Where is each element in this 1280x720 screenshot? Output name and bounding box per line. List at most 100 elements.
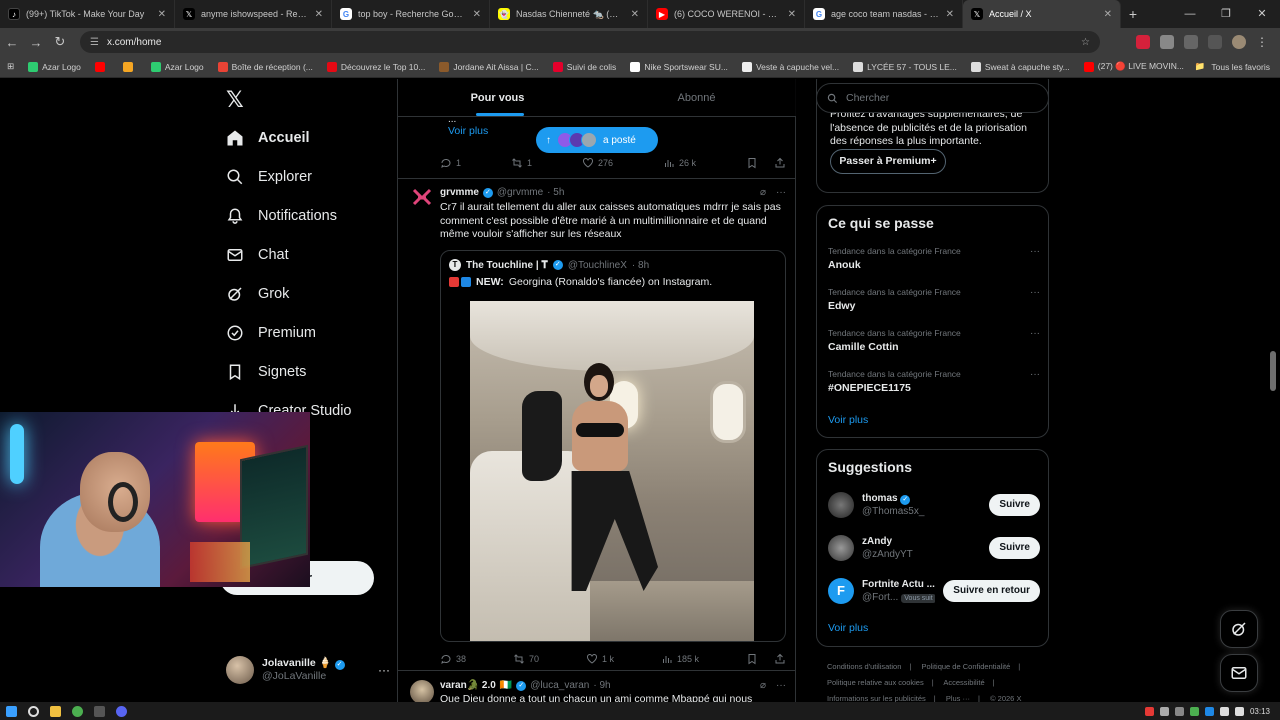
trend-item[interactable]: Tendance dans la catégorie France Anouk … xyxy=(828,246,1040,271)
close-icon[interactable]: ✕ xyxy=(631,9,639,20)
nav-item-explorer[interactable]: Explorer xyxy=(226,162,312,192)
minimize-button[interactable]: — xyxy=(1172,0,1208,28)
site-info-icon[interactable]: ☰ xyxy=(90,37,99,48)
extension-icon[interactable] xyxy=(1136,35,1150,49)
nav-item-notifications[interactable]: Notifications xyxy=(226,201,337,231)
grok-fab-button[interactable] xyxy=(1220,610,1258,648)
follow-button[interactable]: Suivre xyxy=(989,494,1040,516)
bookmark-item[interactable]: Sweat à capuche sty... xyxy=(964,61,1077,72)
profile-avatar-icon[interactable] xyxy=(1232,35,1246,49)
more-icon[interactable]: ··· xyxy=(1030,287,1040,298)
reply-button[interactable]: 38 xyxy=(440,653,466,665)
trend-item[interactable]: Tendance dans la catégorie France #ONEPI… xyxy=(828,369,1040,394)
avatar[interactable] xyxy=(410,186,434,210)
messages-fab-button[interactable] xyxy=(1220,654,1258,692)
more-icon[interactable]: ··· xyxy=(378,663,390,677)
author-handle[interactable]: @luca_varan xyxy=(530,680,589,691)
more-icon[interactable]: ··· xyxy=(1030,246,1040,257)
bookmark-item[interactable]: Veste à capuche vel... xyxy=(735,61,846,72)
retweet-button[interactable]: 1 xyxy=(511,157,532,169)
discord-icon[interactable] xyxy=(110,702,132,720)
search-input[interactable]: Chercher xyxy=(816,83,1049,113)
retweet-button[interactable]: 70 xyxy=(513,653,539,665)
media-icon[interactable] xyxy=(1208,35,1222,49)
bookmark-item[interactable]: LYCÉE 57 - TOUS LE... xyxy=(846,61,964,72)
nav-item-chat[interactable]: Chat xyxy=(226,240,289,270)
search-icon[interactable] xyxy=(22,702,44,720)
close-icon[interactable]: ✕ xyxy=(788,9,796,20)
tab-pour-vous[interactable]: Pour vous xyxy=(398,79,597,116)
follow-back-button[interactable]: Suivre en retour xyxy=(943,580,1040,602)
browser-tab-x-search[interactable]: 𝕏 anyme ishowspeed - Recherche ✕ xyxy=(175,0,332,28)
more-icon[interactable]: ··· xyxy=(1030,369,1040,380)
share-icon[interactable] xyxy=(774,653,786,665)
footer-link[interactable]: Politique de Confidentialité xyxy=(921,662,1010,671)
apps-icon[interactable]: ⊞ xyxy=(0,61,21,72)
bookmark-icon[interactable] xyxy=(746,157,758,169)
share-icon[interactable] xyxy=(774,157,786,169)
bookmark-item[interactable]: Découvrez le Top 10... xyxy=(320,61,432,72)
browser-tab-x-home[interactable]: 𝕏 Accueil / X ✕ xyxy=(963,0,1121,28)
reload-icon[interactable]: ↻ xyxy=(48,34,72,50)
all-bookmarks[interactable]: 📁 Tous les favoris xyxy=(1195,61,1280,72)
nav-item-accueil[interactable]: Accueil xyxy=(226,123,310,153)
bookmark-item[interactable]: Suivi de colis xyxy=(546,61,624,72)
bookmark-icon[interactable] xyxy=(746,653,758,665)
grok-icon[interactable]: ⌀ xyxy=(760,187,766,198)
x-logo-icon[interactable]: 𝕏 xyxy=(226,87,244,113)
bookmark-item[interactable]: Azar Logo xyxy=(21,61,88,72)
like-button[interactable]: 276 xyxy=(582,157,613,169)
more-icon[interactable]: ··· xyxy=(1030,328,1040,339)
tweet-time[interactable]: · 5h xyxy=(547,187,564,198)
account-switcher[interactable]: Jolavanille 🍦 ✓ @JoLaVanille ··· xyxy=(226,653,390,687)
browser-tab-tiktok[interactable]: ♪ (99+) TikTok - Make Your Day ✕ xyxy=(0,0,175,28)
suggestion-item[interactable]: thomas ✓ @Thomas5x_ Suivre xyxy=(828,488,1040,522)
trend-item[interactable]: Tendance dans la catégorie France Edwy ·… xyxy=(828,287,1040,312)
trends-show-more-link[interactable]: Voir plus xyxy=(828,414,868,426)
close-icon[interactable]: ✕ xyxy=(946,9,954,20)
quote-image[interactable] xyxy=(470,301,754,641)
extensions-puzzle-icon[interactable] xyxy=(1184,35,1198,49)
trend-item[interactable]: Tendance dans la catégorie France Camill… xyxy=(828,328,1040,353)
suggestion-item[interactable]: F Fortnite Actu ... @Fort... Vous suit Su… xyxy=(828,574,1040,608)
upgrade-premium-button[interactable]: Passer à Premium+ xyxy=(830,149,946,174)
footer-link[interactable]: Accessibilité xyxy=(943,678,984,687)
new-tab-button[interactable]: + xyxy=(1121,6,1145,22)
forward-icon[interactable]: → xyxy=(24,35,48,50)
quoted-tweet[interactable]: T The Touchline | 𝐓 ✓ @TouchlineX · 8h N… xyxy=(440,250,786,642)
clock[interactable]: 03:13 xyxy=(1250,707,1270,716)
author-name[interactable]: varan🐊 2.0 xyxy=(440,680,496,691)
reply-button[interactable]: 1 xyxy=(440,157,461,169)
bookmark-star-icon[interactable]: ☆ xyxy=(1081,37,1090,48)
maximize-button[interactable]: ❐ xyxy=(1208,0,1244,28)
file-explorer-icon[interactable] xyxy=(44,702,66,720)
views-button[interactable]: 185 k xyxy=(661,653,699,665)
browser-tab-google[interactable]: G top boy - Recherche Google ✕ xyxy=(332,0,490,28)
bookmark-item[interactable]: (27) 🔴 LIVE MOVIN... xyxy=(1077,61,1191,72)
bookmark-item[interactable]: Nike Sportswear SU... xyxy=(623,61,735,72)
footer-link[interactable]: Politique relative aux cookies xyxy=(827,678,924,687)
new-posts-pill[interactable]: ↑ a posté xyxy=(536,127,658,153)
close-icon[interactable]: ✕ xyxy=(158,9,166,20)
close-icon[interactable]: ✕ xyxy=(1104,9,1112,20)
like-button[interactable]: 1 k xyxy=(586,653,614,665)
more-icon[interactable]: ··· xyxy=(776,680,786,691)
browser-tab-google-2[interactable]: G age coco team nasdas - Reche ✕ xyxy=(805,0,963,28)
terminal-icon[interactable] xyxy=(88,702,110,720)
back-icon[interactable]: ← xyxy=(0,35,24,50)
bookmark-item[interactable] xyxy=(116,61,144,72)
nav-item-signets[interactable]: Signets xyxy=(226,357,306,387)
bookmark-item[interactable]: Boîte de réception (... xyxy=(211,61,320,72)
more-icon[interactable]: ··· xyxy=(776,187,786,198)
windows-start-icon[interactable] xyxy=(0,702,22,720)
footer-link[interactable]: Conditions d'utilisation xyxy=(827,662,901,671)
browser-tab-youtube[interactable]: ▶ (6) COCO WERENOI - YouTube ✕ xyxy=(648,0,805,28)
tab-abonne[interactable]: Abonné xyxy=(597,79,796,116)
close-icon[interactable]: ✕ xyxy=(473,9,481,20)
extension-icon[interactable] xyxy=(1160,35,1174,49)
scrollbar-thumb[interactable] xyxy=(1270,351,1276,391)
close-icon[interactable]: ✕ xyxy=(315,9,323,20)
author-name[interactable]: grvmme xyxy=(440,187,479,198)
nav-item-premium[interactable]: Premium xyxy=(226,318,316,348)
follow-button[interactable]: Suivre xyxy=(989,537,1040,559)
